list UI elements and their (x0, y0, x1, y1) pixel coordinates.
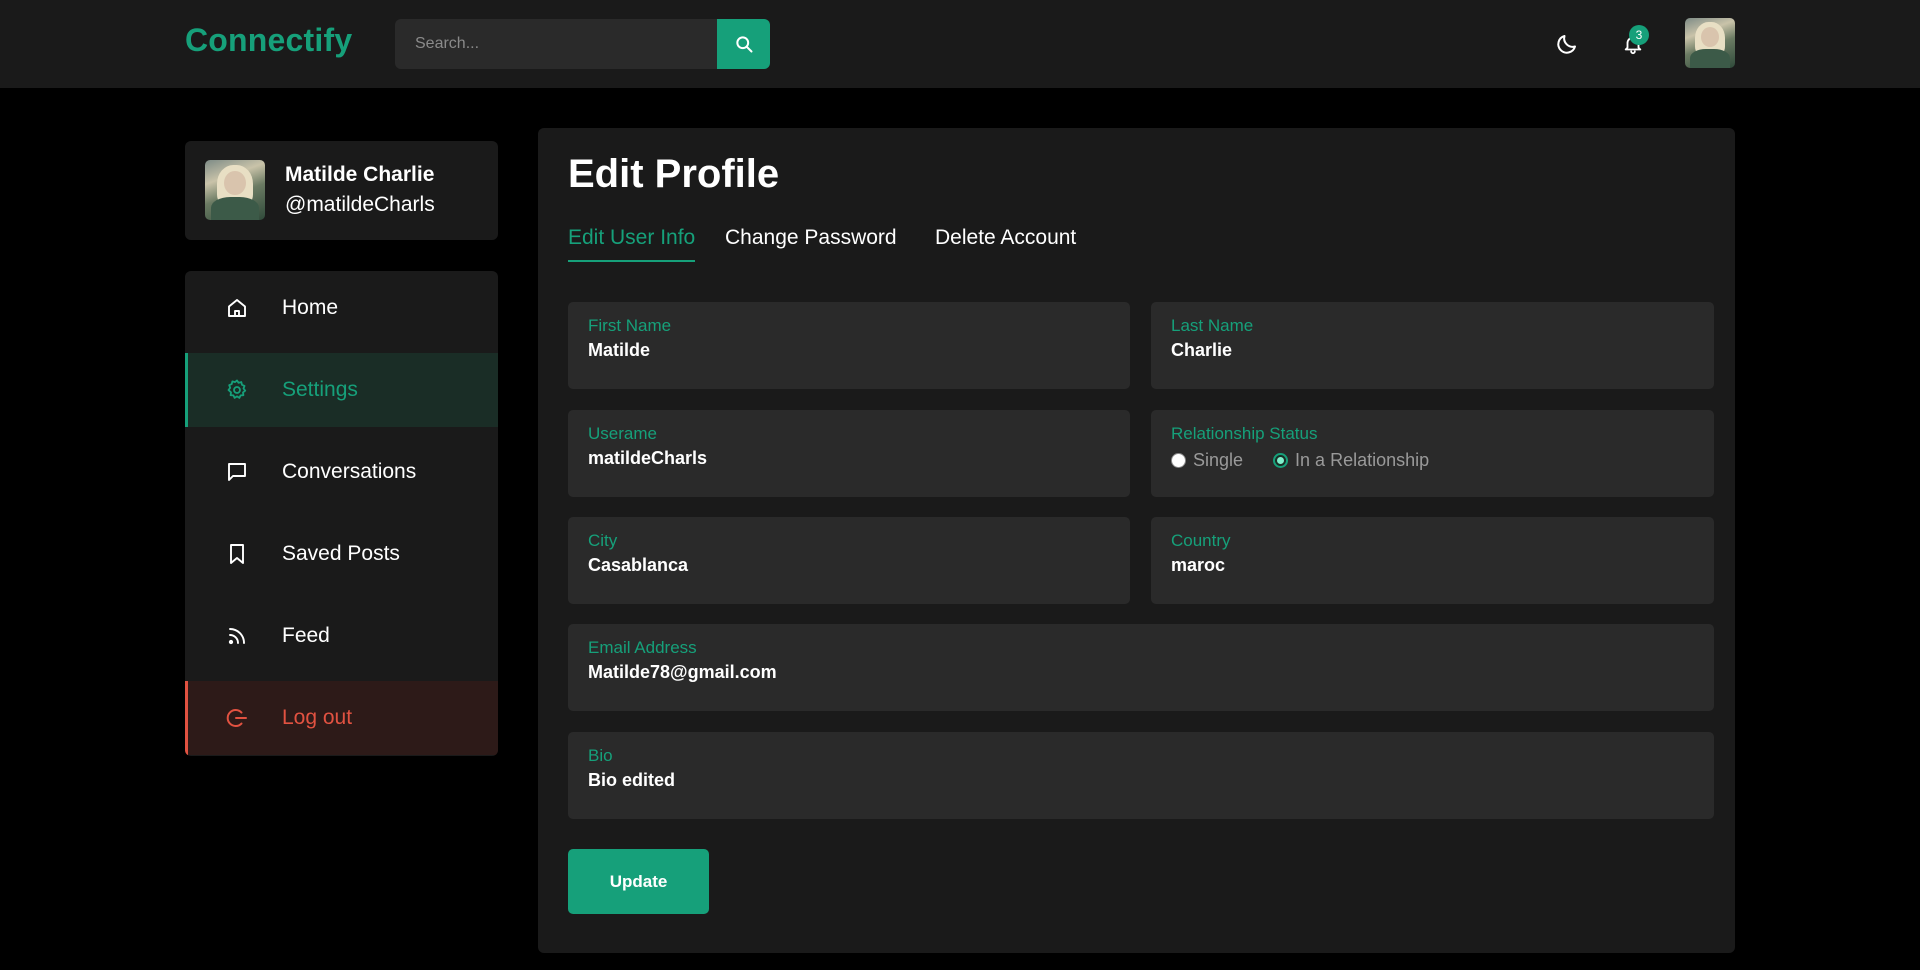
gear-icon (225, 378, 249, 402)
tab-delete-account[interactable]: Delete Account (935, 226, 1076, 262)
sidebar-item-home[interactable]: Home (185, 271, 498, 345)
bookmark-icon (225, 542, 249, 566)
sidebar-item-label: Settings (282, 378, 358, 401)
sidebar-item-label: Saved Posts (282, 542, 400, 565)
country-field[interactable]: Country maroc (1151, 517, 1714, 604)
city-field[interactable]: City Casablanca (568, 517, 1130, 604)
radio-label: Single (1193, 450, 1244, 470)
email-field[interactable]: Email Address Matilde78@gmail.com (568, 624, 1714, 711)
sidebar-item-label: Conversations (282, 460, 417, 483)
rss-icon (225, 624, 249, 648)
app-logo[interactable]: Connectify (185, 22, 352, 59)
sidebar-item-feed[interactable]: Feed (185, 599, 498, 673)
radio-button[interactable] (1171, 453, 1186, 468)
theme-toggle-button[interactable] (1551, 28, 1583, 60)
radio-in-a-relationship[interactable]: In a Relationship (1273, 450, 1429, 471)
sidebar-item-logout[interactable]: Log out (185, 681, 498, 755)
sidebar-item-label: Home (282, 296, 339, 319)
radio-label: In a Relationship (1295, 450, 1430, 470)
relationship-radio-group: Single In a Relationship (1171, 450, 1459, 471)
search-input[interactable] (395, 19, 717, 69)
user-avatar[interactable] (1685, 18, 1735, 68)
search-bar (395, 19, 770, 69)
sidebar-item-label: Log out (282, 706, 353, 729)
search-icon (735, 36, 752, 53)
city-label: City (588, 531, 618, 550)
sidebar-nav: Home Settings Conversations Saved Posts (185, 271, 498, 756)
edit-profile-panel: Edit Profile Edit User Info Change Passw… (538, 128, 1735, 953)
last-name-field[interactable]: Last Name Charlie (1151, 302, 1714, 389)
country-label: Country (1171, 531, 1231, 550)
logout-icon (225, 706, 249, 730)
first-name-input[interactable]: Matilde (588, 340, 650, 361)
sidebar-item-settings[interactable]: Settings (185, 353, 498, 427)
first-name-field[interactable]: First Name Matilde (568, 302, 1130, 389)
relationship-status-field: Relationship Status Single In a Relation… (1151, 410, 1714, 497)
bio-input[interactable]: Bio edited (588, 770, 675, 791)
tab-edit-user-info[interactable]: Edit User Info (568, 226, 696, 262)
profile-card[interactable]: Matilde Charlie @matildeCharls (185, 141, 498, 240)
username-label: Userame (588, 424, 657, 443)
update-button[interactable]: Update (568, 849, 709, 914)
email-input[interactable]: Matilde78@gmail.com (588, 662, 777, 683)
home-icon (225, 296, 249, 320)
page-title: Edit Profile (568, 152, 780, 196)
last-name-label: Last Name (1171, 316, 1254, 335)
sidebar-item-label: Feed (282, 624, 330, 647)
radio-button[interactable] (1273, 453, 1289, 468)
relationship-status-label: Relationship Status (1171, 424, 1318, 443)
country-input[interactable]: maroc (1171, 555, 1225, 576)
top-header: Connectify 3 (0, 0, 1920, 88)
profile-avatar (205, 160, 265, 220)
email-label: Email Address (588, 638, 697, 657)
bio-field[interactable]: Bio Bio edited (568, 732, 1714, 819)
chat-icon (225, 460, 249, 484)
tab-change-password[interactable]: Change Password (725, 226, 897, 262)
search-button[interactable] (717, 19, 770, 69)
bio-label: Bio (588, 746, 613, 765)
sidebar-item-conversations[interactable]: Conversations (185, 435, 498, 509)
sidebar-item-saved-posts[interactable]: Saved Posts (185, 517, 498, 591)
username-field[interactable]: Userame matildeCharls (568, 410, 1130, 497)
city-input[interactable]: Casablanca (588, 555, 688, 576)
radio-single[interactable]: Single (1171, 450, 1243, 471)
notification-badge: 3 (1629, 25, 1649, 45)
profile-name: Matilde Charlie (285, 163, 435, 186)
last-name-input[interactable]: Charlie (1171, 340, 1232, 361)
first-name-label: First Name (588, 316, 672, 335)
profile-handle: @matildeCharls (285, 193, 435, 216)
moon-icon (1557, 35, 1576, 54)
username-input[interactable]: matildeCharls (588, 448, 707, 469)
